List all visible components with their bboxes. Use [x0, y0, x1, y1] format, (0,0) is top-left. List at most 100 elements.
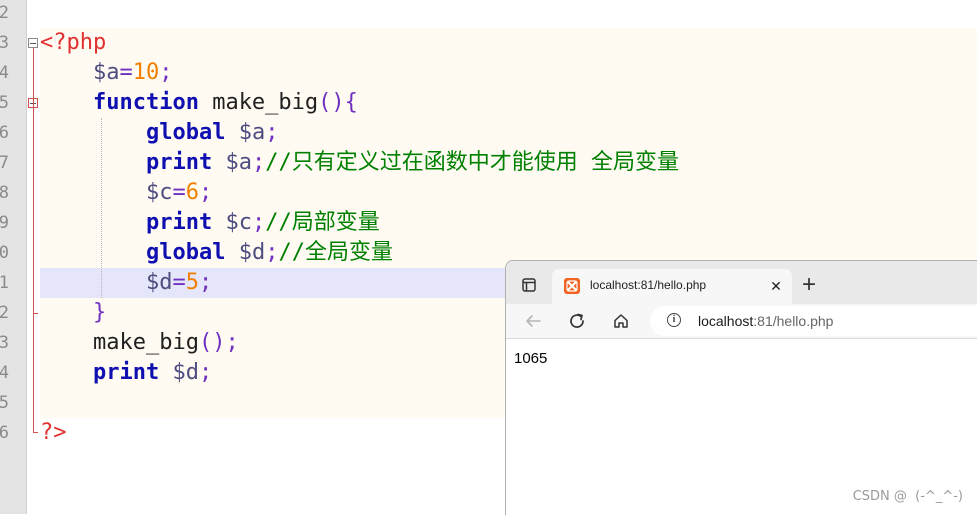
keyword-token: global — [145, 120, 226, 145]
operator-token: ; — [251, 210, 266, 235]
operator-token: = — [172, 270, 186, 295]
line-number: 5 — [0, 93, 9, 113]
line-number: 4 — [0, 63, 9, 83]
line-number: 15 — [0, 393, 9, 413]
tab-hello-php[interactable]: localhost:81/hello.php ✕ — [552, 269, 792, 304]
variable-token: $a — [92, 60, 120, 85]
new-tab-button[interactable]: + — [796, 272, 822, 298]
line-number: 6 — [0, 123, 9, 143]
operator-token: ; — [198, 180, 213, 205]
code-line[interactable]: make_big(); — [40, 328, 239, 358]
line-number: 10 — [0, 243, 9, 263]
operator-token: ; — [198, 360, 213, 385]
variable-token: $a — [225, 150, 252, 175]
operator-token: = — [172, 180, 186, 205]
variable-token: $c — [225, 210, 252, 235]
info-icon[interactable]: i — [667, 313, 681, 327]
comment-token: //局部变量 — [265, 210, 380, 235]
close-icon[interactable]: ✕ — [766, 276, 786, 296]
browser-window: localhost:81/hello.php ✕ + i localhost:8… — [505, 260, 977, 515]
variable-token: $d — [172, 360, 199, 385]
code-line[interactable]: $a=10; — [40, 58, 173, 88]
line-number: 11 — [0, 273, 9, 293]
code-line[interactable]: global $d;//全局变量 — [40, 238, 393, 268]
code-line[interactable]: print $c;//局部变量 — [40, 208, 380, 238]
code-line[interactable]: print $a;//只有定义过在函数中才能使用 全局变量 — [40, 148, 679, 178]
operator-token: ; — [159, 60, 173, 85]
browser-toolbar: i localhost:81/hello.php — [506, 304, 977, 339]
number-token: 10 — [132, 60, 160, 85]
tab-title: localhost:81/hello.php — [590, 278, 707, 292]
operator-token: ; — [198, 270, 213, 295]
number-token: 5 — [185, 270, 199, 295]
variable-token: $c — [145, 180, 173, 205]
operator-token: ; — [265, 240, 279, 265]
url-path: :81/hello.php — [753, 313, 834, 329]
line-number: 13 — [0, 333, 9, 353]
keyword-token: print — [145, 210, 213, 235]
operator-token: (){ — [318, 90, 358, 115]
line-number: 2 — [0, 3, 9, 23]
code-text: make_big — [40, 330, 199, 355]
code-line[interactable]: $d=5; — [40, 268, 212, 298]
code-line[interactable]: global $a; — [40, 118, 278, 148]
fold-end-marker — [33, 313, 38, 314]
xampp-favicon-icon — [564, 278, 580, 294]
address-bar[interactable]: i localhost:81/hello.php — [650, 306, 977, 336]
code-line[interactable]: <?php — [40, 28, 106, 58]
line-number-gutter: 2 3 4 5 6 7 8 9 10 11 12 13 14 15 16 — [0, 0, 27, 514]
keyword-token: print — [145, 150, 213, 175]
home-icon[interactable] — [607, 307, 635, 335]
variable-token: $d — [145, 270, 173, 295]
line-number: 9 — [0, 213, 9, 233]
code-line[interactable]: } — [40, 298, 106, 328]
variable-token: $a — [238, 120, 266, 145]
tab-strip: localhost:81/hello.php ✕ + — [506, 261, 977, 304]
fold-range-line — [33, 48, 34, 432]
keyword-token: global — [145, 240, 226, 265]
keyword-token: print — [92, 360, 160, 385]
csdn-watermark: CSDN @ (-^_^-) — [852, 489, 963, 504]
back-icon[interactable] — [519, 307, 547, 335]
comment-token: //只有定义过在函数中才能使用 全局变量 — [265, 150, 679, 175]
php-output-text: 1065 — [514, 350, 548, 367]
fold-toggle-icon[interactable] — [28, 38, 38, 48]
operator-token: = — [119, 60, 133, 85]
line-number: 12 — [0, 303, 9, 323]
operator-token: ; — [251, 150, 266, 175]
line-number: 16 — [0, 423, 9, 443]
code-text: make_big — [198, 90, 319, 115]
tab-actions-icon[interactable] — [515, 271, 543, 299]
code-line[interactable]: print $d; — [40, 358, 212, 388]
url-host: localhost — [698, 313, 754, 329]
operator-token: (); — [198, 330, 239, 355]
line-number: 7 — [0, 153, 9, 173]
operator-token: ; — [265, 120, 279, 145]
url-text[interactable]: localhost:81/hello.php — [698, 306, 833, 336]
code-line[interactable]: function make_big(){ — [40, 88, 358, 118]
line-number: 14 — [0, 363, 9, 383]
code-line[interactable]: $c=6; — [40, 178, 212, 208]
keyword-token: function — [92, 90, 199, 115]
line-number: 8 — [0, 183, 9, 203]
code-line[interactable]: ?> — [40, 418, 67, 448]
comment-token: //全局变量 — [278, 240, 393, 265]
line-number: 3 — [0, 33, 9, 53]
fold-end-marker — [33, 432, 38, 433]
indent-guide — [101, 118, 102, 298]
number-token: 6 — [185, 180, 199, 205]
operator-token: } — [92, 300, 107, 325]
reload-icon[interactable] — [563, 307, 591, 335]
